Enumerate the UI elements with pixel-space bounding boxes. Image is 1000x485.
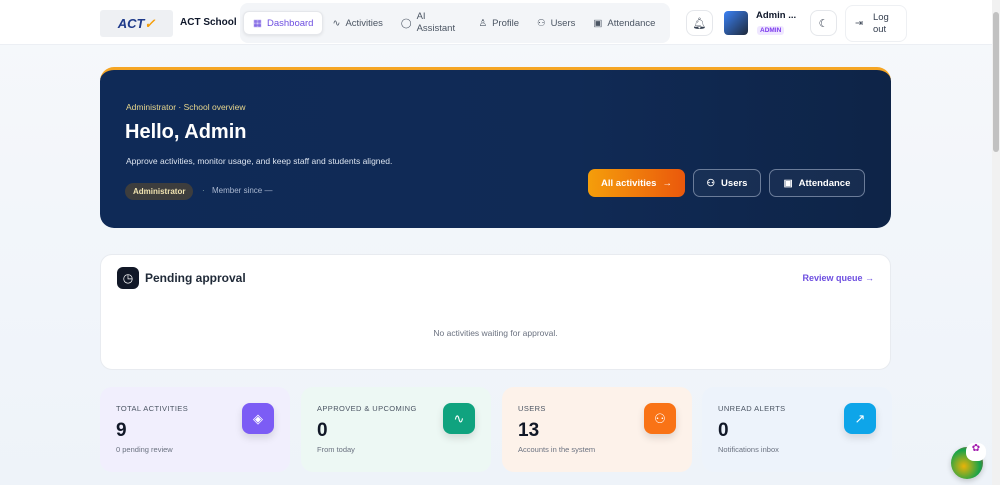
avatar[interactable] — [724, 11, 748, 35]
users-icon: ⚇ — [644, 403, 676, 434]
trending-up-icon: ↗ — [844, 403, 876, 434]
nav-profile[interactable]: ♙ Profile — [470, 11, 528, 35]
nav-dashboard[interactable]: ▦ Dashboard — [243, 11, 324, 35]
nav-label: Activities — [345, 17, 383, 29]
user-name: Admin ... — [756, 10, 797, 21]
notifications-button[interactable]: 🔔︎ — [686, 10, 713, 36]
users-icon: ⚇ — [537, 17, 546, 29]
stat-label: APPROVED & UPCOMING — [317, 404, 417, 413]
bell-icon: 🔔︎ — [692, 17, 707, 30]
users-icon: ⚇ — [706, 177, 716, 189]
stat-note: 0 pending review — [116, 445, 173, 454]
stat-value: 13 — [518, 420, 540, 441]
nav-label: Users — [550, 17, 576, 29]
clock-icon: ◷ — [117, 267, 139, 289]
stat-label: TOTAL ACTIVITIES — [116, 404, 189, 413]
arrow-right-icon: → — [865, 273, 874, 283]
main-nav: ▦ Dashboard ∿ Activities ◯ AI Assistant ♙ Pr… — [240, 3, 670, 43]
stat-value: 0 — [718, 420, 729, 441]
chat-icon: ◯ — [400, 17, 412, 29]
button-label: All activities — [601, 177, 657, 189]
attendance-button[interactable]: ▣ Attendance — [769, 169, 865, 197]
nav-label: Dashboard — [266, 17, 314, 29]
activity-icon: ∿ — [443, 403, 475, 434]
top-bar: ACT ✓ ACT School ▦ Dashboard ∿ Activities ◯… — [0, 0, 992, 45]
stat-note: Notifications inbox — [718, 445, 779, 454]
stat-total-activities[interactable]: TOTAL ACTIVITIES 9 0 pending review ◈ — [100, 387, 290, 472]
calendar-icon: ▣ — [593, 17, 603, 29]
pending-approval-card: ◷ Pending approval Review queue → No act… — [100, 254, 891, 370]
calendar-icon: ▣ — [783, 177, 793, 189]
all-activities-button[interactable]: All activities → — [588, 169, 685, 197]
nav-label: AI Assistant — [416, 11, 456, 34]
logout-label: Log out — [872, 11, 889, 35]
nav-users[interactable]: ⚇ Users — [528, 11, 584, 35]
arrow-right-icon: → — [662, 177, 672, 189]
review-queue-link[interactable]: Review queue → — [802, 273, 874, 283]
link-label: Review queue — [802, 273, 863, 283]
brand-name: ACT School — [180, 17, 237, 28]
stat-value: 0 — [317, 420, 328, 441]
assistant-launcher-button[interactable]: ✿ — [951, 443, 986, 479]
stat-users[interactable]: USERS 13 Accounts in the system ⚇ — [502, 387, 692, 472]
role-badge: ADMIN — [757, 26, 785, 35]
brain-icon: ✿ — [966, 443, 986, 461]
layers-icon: ◈ — [242, 403, 274, 434]
logout-button[interactable]: ⇥ Log out — [845, 5, 907, 42]
nav-ai-assistant[interactable]: ◯ AI Assistant — [392, 11, 470, 35]
stat-note: From today — [317, 445, 355, 454]
empty-state: No activities waiting for approval. — [433, 328, 558, 338]
hero-eyebrow: Administrator · School overview — [126, 102, 246, 112]
hero-subtitle: Approve activities, monitor usage, and k… — [126, 156, 393, 166]
scrollbar[interactable] — [992, 0, 1000, 485]
member-since: Member since — — [212, 186, 273, 195]
stat-approved-upcoming[interactable]: APPROVED & UPCOMING 0 From today ∿ — [301, 387, 491, 472]
school-logo[interactable]: ACT ✓ — [100, 10, 173, 37]
logout-icon: ⇥ — [855, 18, 863, 29]
nav-label: Attendance — [607, 17, 656, 29]
separator: · — [202, 186, 205, 195]
stat-unread-alerts[interactable]: UNREAD ALERTS 0 Notifications inbox ↗ — [702, 387, 892, 472]
activity-icon: ∿ — [332, 17, 341, 29]
stat-note: Accounts in the system — [518, 445, 596, 454]
moon-icon: ☾ — [818, 17, 829, 30]
pending-title: Pending approval — [145, 271, 246, 285]
nav-activities[interactable]: ∿ Activities — [323, 11, 391, 35]
users-button[interactable]: ⚇ Users — [693, 169, 761, 197]
stat-value: 9 — [116, 420, 127, 441]
button-label: Users — [721, 177, 748, 189]
welcome-banner: Administrator · School overview Hello, A… — [100, 67, 891, 228]
stat-label: USERS — [518, 404, 546, 413]
theme-toggle[interactable]: ☾ — [810, 10, 837, 36]
grid-icon: ▦ — [253, 17, 262, 29]
nav-attendance[interactable]: ▣ Attendance — [584, 11, 664, 35]
user-icon: ♙ — [478, 17, 488, 29]
scrollbar-thumb[interactable] — [993, 12, 999, 152]
nav-label: Profile — [492, 17, 520, 29]
role-pill: Administrator — [125, 183, 194, 200]
button-label: Attendance — [798, 177, 851, 189]
stat-label: UNREAD ALERTS — [718, 404, 786, 413]
hero-title: Hello, Admin — [125, 121, 247, 143]
